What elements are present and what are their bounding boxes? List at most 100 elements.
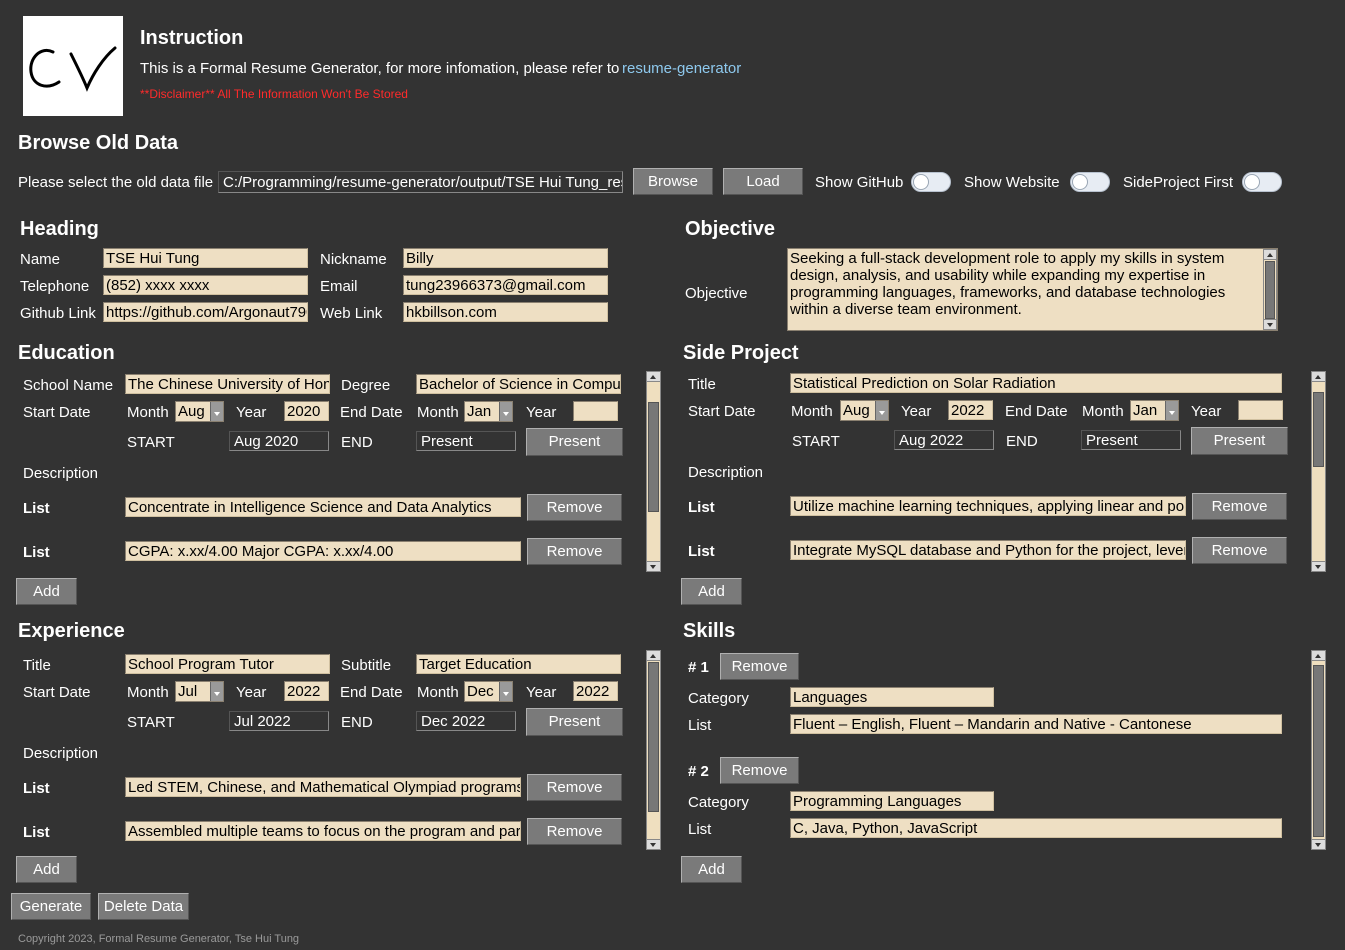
skill-number: # 1	[688, 659, 709, 676]
exp-start-year-field[interactable]: 2022	[284, 681, 329, 701]
browse-button[interactable]: Browse	[633, 168, 713, 195]
generate-button[interactable]: Generate	[11, 893, 91, 920]
skill-remove-button[interactable]: Remove	[720, 757, 799, 784]
experience-scrollbar[interactable]	[646, 650, 661, 850]
scroll-up-icon[interactable]	[1312, 372, 1325, 382]
skill-remove-button[interactable]: Remove	[720, 653, 799, 680]
name-field[interactable]: TSE Hui Tung	[103, 248, 308, 268]
exp-title-field[interactable]: School Program Tutor	[125, 654, 330, 674]
edu-remove-button[interactable]: Remove	[527, 538, 622, 565]
skill-list-field[interactable]: C, Java, Python, JavaScript	[790, 818, 1282, 838]
edu-start-display: Aug 2020	[229, 431, 329, 451]
scroll-up-icon[interactable]	[1312, 651, 1325, 661]
show-github-toggle[interactable]	[911, 172, 951, 192]
side-project-title: Side Project	[683, 342, 799, 364]
sideproject-first-label: SideProject First	[1123, 174, 1234, 191]
show-website-toggle[interactable]	[1070, 172, 1110, 192]
edu-remove-button[interactable]: Remove	[527, 494, 622, 521]
exp-remove-button[interactable]: Remove	[527, 818, 622, 845]
sp-remove-button[interactable]: Remove	[1192, 537, 1287, 564]
degree-field[interactable]: Bachelor of Science in Comput	[416, 374, 621, 394]
show-website-label: Show Website	[964, 174, 1060, 191]
sp-title-field[interactable]: Statistical Prediction on Solar Radiatio…	[790, 373, 1282, 393]
skills-scrollbar[interactable]	[1311, 650, 1326, 850]
skill-category-field[interactable]: Programming Languages	[790, 791, 994, 811]
scroll-down-icon[interactable]	[647, 561, 660, 571]
objective-textarea[interactable]: Seeking a full-stack development role to…	[787, 248, 1278, 331]
edu-description-label: Description	[23, 465, 99, 482]
skills-title: Skills	[683, 620, 736, 642]
edu-list-field[interactable]: CGPA: x.xx/4.00 Major CGPA: x.xx/4.00	[125, 541, 521, 561]
sp-list-field[interactable]: Utilize machine learning techniques, app…	[790, 496, 1186, 516]
edu-end-year-field[interactable]	[573, 401, 618, 421]
exp-list-field[interactable]: Led STEM, Chinese, and Mathematical Olym…	[125, 777, 521, 797]
sp-start-month-select[interactable]: Aug	[840, 400, 889, 421]
edu-start-year-field[interactable]: 2020	[284, 401, 329, 421]
exp-list-label: List	[23, 780, 50, 797]
sp-present-button[interactable]: Present	[1191, 427, 1288, 455]
chevron-down-icon	[210, 402, 223, 421]
exp-description-label: Description	[23, 745, 99, 762]
education-scrollbar[interactable]	[646, 371, 661, 572]
nickname-field[interactable]: Billy	[403, 248, 608, 268]
edu-start-month-select[interactable]: Aug	[175, 401, 224, 422]
objective-scrollbar[interactable]	[1263, 249, 1277, 330]
skill-list-field[interactable]: Fluent – English, Fluent – Mandarin and …	[790, 714, 1282, 734]
sp-start-year-field[interactable]: 2022	[948, 400, 993, 420]
scroll-thumb[interactable]	[1265, 261, 1275, 319]
resume-generator-link[interactable]: resume-generator	[622, 60, 741, 77]
edu-end-month-value: Jan	[467, 403, 492, 420]
edu-add-button[interactable]: Add	[16, 578, 77, 605]
scroll-up-icon[interactable]	[647, 372, 660, 382]
scroll-thumb[interactable]	[1313, 665, 1324, 837]
scroll-down-icon[interactable]	[647, 839, 660, 849]
exp-start-tag: START	[127, 714, 175, 731]
scroll-down-icon[interactable]	[1264, 319, 1276, 329]
file-path-field[interactable]: C:/Programming/resume-generator/output/T…	[218, 171, 623, 193]
scroll-down-icon[interactable]	[1312, 561, 1325, 571]
exp-present-button[interactable]: Present	[526, 708, 623, 736]
sp-remove-button[interactable]: Remove	[1192, 493, 1287, 520]
exp-end-year-field[interactable]: 2022	[573, 681, 618, 701]
cv-logo-icon	[29, 46, 117, 92]
exp-start-date-label: Start Date	[23, 684, 91, 701]
delete-data-button[interactable]: Delete Data	[98, 893, 189, 920]
scroll-up-icon[interactable]	[647, 651, 660, 661]
sp-add-button[interactable]: Add	[681, 578, 742, 605]
exp-start-month-value: Jul	[178, 683, 198, 700]
exp-list-field[interactable]: Assembled multiple teams to focus on the…	[125, 821, 521, 841]
scroll-down-icon[interactable]	[1312, 839, 1325, 849]
edu-present-button[interactable]: Present	[526, 428, 623, 456]
exp-end-month-select[interactable]: Dec	[464, 681, 513, 702]
sp-end-year-field[interactable]	[1238, 400, 1283, 420]
scroll-thumb[interactable]	[1313, 392, 1324, 467]
skills-add-button[interactable]: Add	[681, 856, 742, 883]
exp-remove-button[interactable]: Remove	[527, 774, 622, 801]
web-link-field[interactable]: hkbillson.com	[403, 302, 608, 322]
scroll-up-icon[interactable]	[1264, 250, 1276, 260]
exp-start-month-select[interactable]: Jul	[175, 681, 224, 702]
skill-number: # 2	[688, 763, 709, 780]
github-label: Github Link	[20, 305, 96, 322]
skill-category-field[interactable]: Languages	[790, 687, 994, 707]
exp-add-button[interactable]: Add	[16, 856, 77, 883]
edu-start-date-label: Start Date	[23, 404, 91, 421]
github-field[interactable]: https://github.com/Argonaut790	[103, 302, 308, 322]
edu-list-field[interactable]: Concentrate in Intelligence Science and …	[125, 497, 521, 517]
telephone-field[interactable]: (852) xxxx xxxx	[103, 275, 308, 295]
toggle-knob	[1244, 174, 1260, 190]
school-name-field[interactable]: The Chinese University of Hong	[125, 374, 330, 394]
sp-end-month-select[interactable]: Jan	[1130, 400, 1179, 421]
side-project-scrollbar[interactable]	[1311, 371, 1326, 572]
skill-list-label: List	[688, 821, 712, 838]
email-field[interactable]: tung23966373@gmail.com	[403, 275, 608, 295]
exp-subtitle-field[interactable]: Target Education	[416, 654, 621, 674]
chevron-down-icon	[210, 682, 223, 701]
edu-end-month-select[interactable]: Jan	[464, 401, 513, 422]
sp-list-field[interactable]: Integrate MySQL database and Python for …	[790, 540, 1186, 560]
scroll-thumb[interactable]	[648, 402, 659, 512]
load-button[interactable]: Load	[723, 168, 803, 195]
scroll-thumb[interactable]	[648, 662, 659, 812]
chevron-down-icon	[1165, 401, 1178, 420]
sideproject-first-toggle[interactable]	[1242, 172, 1282, 192]
